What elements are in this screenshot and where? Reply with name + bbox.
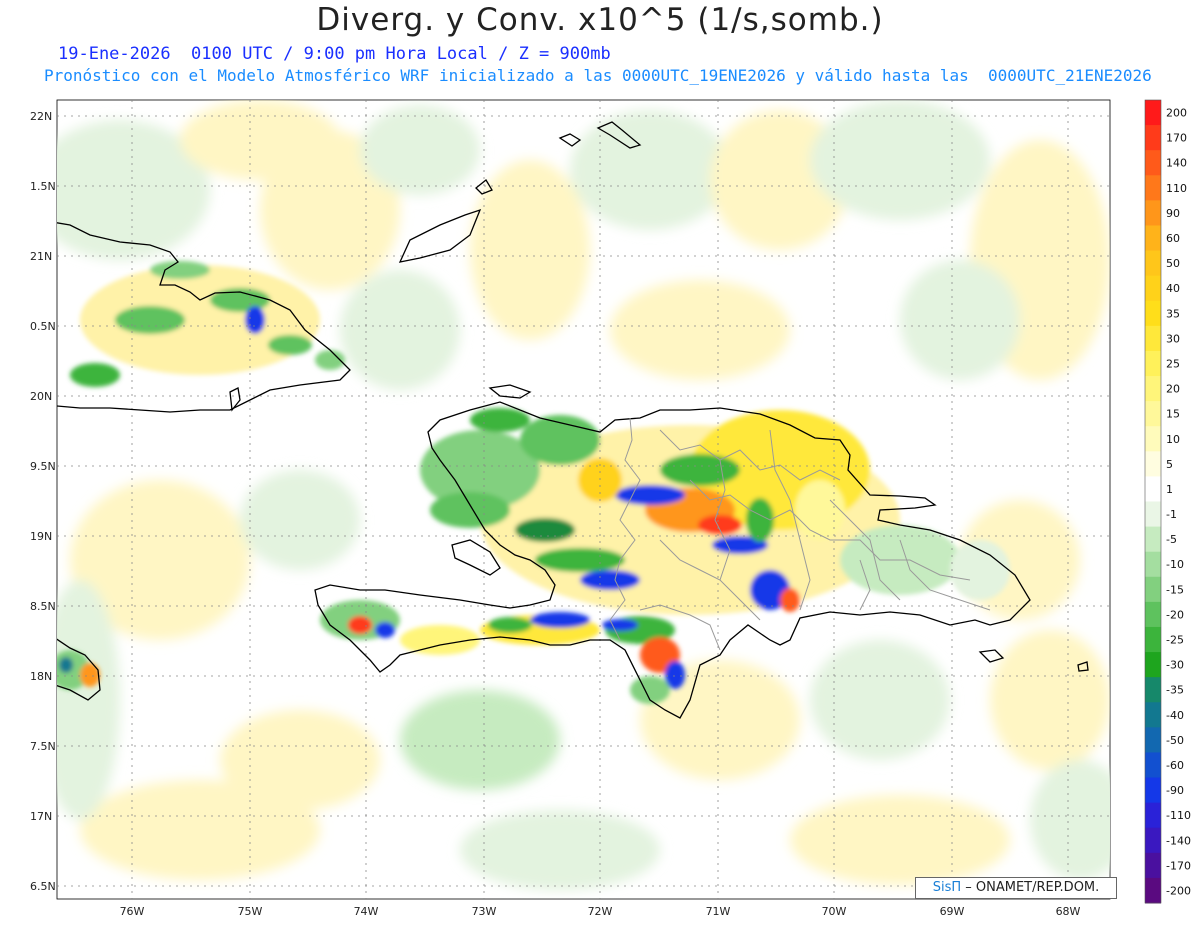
colorbar-swatch	[1145, 802, 1161, 829]
colorbar-swatch	[1145, 426, 1161, 452]
colorbar-label: -110	[1166, 809, 1191, 822]
longitude-axis: 76W 75W 74W 73W 72W 71W 70W 69W 68W	[120, 905, 1081, 918]
colorbar-label: -15	[1166, 583, 1184, 596]
lat-label: 9.5N	[30, 460, 56, 473]
colorbar-swatch	[1145, 626, 1161, 653]
lat-label: 6.5N	[30, 880, 56, 893]
colorbar-swatch	[1145, 325, 1161, 352]
colorbar-swatch	[1145, 576, 1161, 603]
lon-label: 72W	[588, 905, 613, 918]
lat-label: 7.5N	[30, 740, 56, 753]
colorbar-label: -90	[1166, 784, 1184, 797]
colorbar-swatch	[1145, 501, 1161, 528]
plot-area	[56, 99, 1111, 900]
colorbar-label: 110	[1166, 182, 1187, 195]
colorbar-label: -25	[1166, 634, 1184, 647]
colorbar-label: -50	[1166, 734, 1184, 747]
colorbar-swatch	[1145, 877, 1161, 904]
colorbar-swatch	[1145, 752, 1161, 779]
colorbar-label: -5	[1166, 533, 1177, 546]
credit-text: – ONAMET/REP.DOM.	[961, 880, 1100, 895]
colorbar-label: -170	[1166, 859, 1191, 872]
colorbar-label: 170	[1166, 132, 1187, 145]
colorbar-label: 25	[1166, 357, 1180, 370]
colorbar-swatch	[1145, 376, 1161, 402]
colorbar-swatch	[1145, 350, 1161, 377]
colorbar-label: 5	[1166, 458, 1173, 471]
colorbar-label: 35	[1166, 307, 1180, 320]
colorbar-swatch	[1145, 526, 1161, 553]
colorbar-swatch	[1145, 225, 1161, 252]
lon-label: 74W	[354, 905, 379, 918]
colorbar-swatch	[1145, 275, 1161, 302]
lon-label: 75W	[238, 905, 263, 918]
lon-label: 68W	[1056, 905, 1081, 918]
lon-label: 69W	[940, 905, 965, 918]
colorbar-label: 200	[1166, 107, 1187, 120]
lat-label: 8.5N	[30, 600, 56, 613]
colorbar-label: 50	[1166, 257, 1180, 270]
lat-label: 17N	[30, 810, 52, 823]
colorbar-label: -35	[1166, 684, 1184, 697]
lon-label: 70W	[822, 905, 847, 918]
colorbar-label: -200	[1166, 884, 1191, 897]
colorbar-label: -40	[1166, 709, 1184, 722]
credit-box: SisΠ – ONAMET/REP.DOM.	[915, 877, 1117, 899]
colorbar-label: -20	[1166, 608, 1184, 621]
colorbar-label: -30	[1166, 659, 1184, 672]
lat-label: 18N	[30, 670, 52, 683]
colorbar-swatch	[1145, 852, 1161, 879]
colorbar-label: 60	[1166, 232, 1180, 245]
latitude-axis: 22N 1.5N 21N 0.5N 20N 9.5N 19N 8.5N 18N …	[30, 110, 56, 893]
colorbar-swatch	[1145, 401, 1161, 427]
colorbar-swatch	[1145, 175, 1161, 201]
forecast-map: 22N 1.5N 21N 0.5N 20N 9.5N 19N 8.5N 18N …	[30, 99, 1191, 918]
colorbar-legend: 200 170 140 110 90 60 50 40 35 30 25 20 15 10 5 1 -1 -5 -1…	[1144, 99, 1191, 904]
lat-label: 20N	[30, 390, 52, 403]
colorbar-swatch	[1145, 200, 1161, 226]
lat-label: 1.5N	[30, 180, 56, 193]
colorbar-label: 30	[1166, 332, 1180, 345]
colorbar-swatch	[1145, 300, 1161, 327]
colorbar-swatch	[1145, 551, 1161, 578]
colorbar-swatch	[1145, 451, 1161, 477]
colorbar-swatch	[1145, 125, 1161, 151]
colorbar-label: -10	[1166, 558, 1184, 571]
lat-label: 21N	[30, 250, 52, 263]
lat-label: 22N	[30, 110, 52, 123]
colorbar-swatch	[1145, 827, 1161, 854]
colorbar-swatch	[1145, 677, 1161, 703]
colorbar-label: -1	[1166, 508, 1177, 521]
colorbar-label: 10	[1166, 433, 1180, 446]
colorbar-label: 20	[1166, 383, 1180, 396]
colorbar-swatch	[1145, 727, 1161, 753]
colorbar-swatch	[1145, 476, 1161, 502]
lat-label: 0.5N	[30, 320, 56, 333]
colorbar-label: -140	[1166, 834, 1191, 847]
colorbar-swatch	[1145, 777, 1161, 804]
colorbar-swatch	[1145, 601, 1161, 628]
lon-label: 73W	[472, 905, 497, 918]
colorbar-swatch	[1145, 250, 1161, 277]
colorbar-label: 140	[1166, 157, 1187, 170]
colorbar-label: 40	[1166, 282, 1180, 295]
lon-label: 71W	[706, 905, 731, 918]
lon-label: 76W	[120, 905, 145, 918]
colorbar-swatch	[1145, 150, 1161, 176]
colorbar-label: 90	[1166, 207, 1180, 220]
colorbar-label: 1	[1166, 483, 1173, 496]
colorbar-swatch	[1145, 652, 1161, 678]
colorbar-label: -60	[1166, 759, 1184, 772]
sispi-logo: SisΠ	[932, 880, 962, 895]
colorbar-swatch	[1145, 100, 1161, 126]
colorbar-label: 15	[1166, 408, 1180, 421]
lat-label: 19N	[30, 530, 52, 543]
colorbar-swatch	[1145, 702, 1161, 728]
